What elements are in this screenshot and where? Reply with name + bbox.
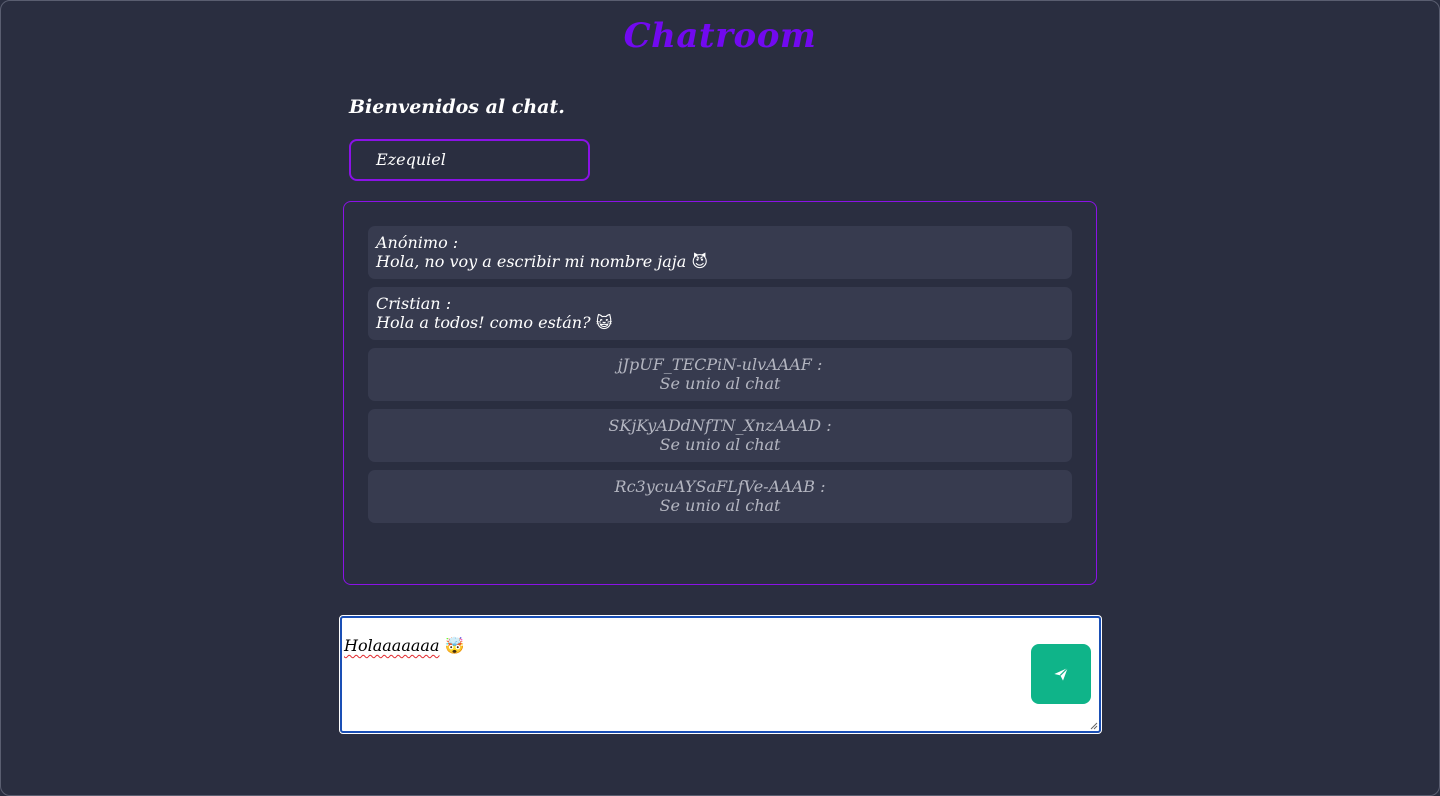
message-author: Anónimo : xyxy=(376,233,459,252)
messages-panel[interactable]: Anónimo : Hola, no voy a escribir mi nom… xyxy=(343,201,1097,585)
devil-emoji: 😈 xyxy=(691,251,709,271)
join-text: Se unio al chat xyxy=(659,434,781,454)
chat-message: Anónimo : Hola, no voy a escribir mi nom… xyxy=(368,226,1072,279)
join-text: Se unio al chat xyxy=(659,495,781,515)
message-author: Cristian : xyxy=(376,294,452,313)
join-author: SKjKyADdNfTN_XnzAAAD : xyxy=(608,416,832,435)
username-field[interactable]: Ezequiel xyxy=(349,139,590,181)
send-button[interactable] xyxy=(1031,644,1091,704)
join-notice: jJpUF_TECPiN-ulvAAAF : Se unio al chat xyxy=(368,348,1072,401)
resize-handle-icon[interactable] xyxy=(1090,722,1098,730)
paper-plane-icon xyxy=(1054,667,1069,681)
smiling-cat-emoji: 😺 xyxy=(595,312,613,332)
message-textarea[interactable]: Holaaaaaaa 🤯 xyxy=(339,615,1102,734)
message-text: Hola a todos! como están? 😺 xyxy=(376,312,613,332)
page-title: Chatroom xyxy=(623,16,817,56)
join-notice: Rc3ycuAYSaFLfVe-AAAB : Se unio al chat xyxy=(368,470,1072,523)
message-text: Hola, no voy a escribir mi nombre jaja 😈 xyxy=(376,251,709,271)
message-input-value: Holaaaaaaa 🤯 xyxy=(344,636,465,655)
join-notice: SKjKyADdNfTN_XnzAAAD : Se unio al chat xyxy=(368,409,1072,462)
welcome-text: Bienvenidos al chat. xyxy=(349,96,565,118)
username-value: Ezequiel xyxy=(376,150,446,169)
join-author: jJpUF_TECPiN-ulvAAAF : xyxy=(617,355,823,374)
join-author: Rc3ycuAYSaFLfVe-AAAB : xyxy=(614,477,826,496)
chat-message: Cristian : Hola a todos! como están? 😺 xyxy=(368,287,1072,340)
exploding-head-emoji: 🤯 xyxy=(444,636,465,655)
join-text: Se unio al chat xyxy=(659,373,781,393)
